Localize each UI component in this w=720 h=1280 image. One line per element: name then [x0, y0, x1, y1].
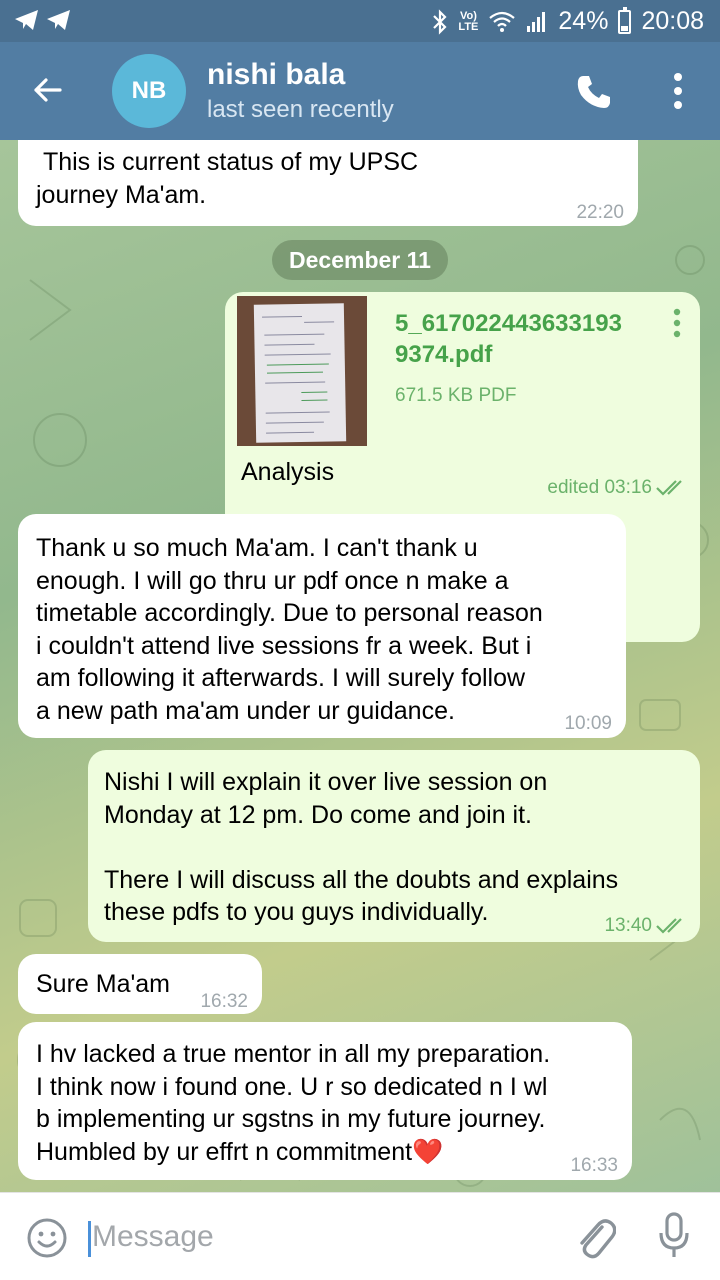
- emoji-icon[interactable]: [26, 1217, 68, 1259]
- message-time: 10:09: [564, 713, 612, 734]
- microphone-icon[interactable]: [656, 1211, 692, 1261]
- battery-icon: [618, 6, 632, 34]
- date-separator: December 11: [272, 240, 448, 280]
- text-cursor: [88, 1221, 91, 1257]
- wifi-icon: [489, 11, 516, 32]
- avatar[interactable]: NB: [112, 54, 186, 128]
- bluetooth-icon: [433, 8, 447, 35]
- message-time: 13:40: [604, 910, 686, 943]
- double-check-icon: [656, 480, 682, 496]
- file-size: 671.5 KB PDF: [395, 385, 517, 406]
- status-bar: Vo) LTE 24% 20:08: [0, 0, 720, 42]
- message-time: 16:32: [200, 991, 248, 1012]
- message-input-bar: [0, 1192, 720, 1280]
- volte-indicator: Vo) LTE: [458, 9, 479, 33]
- message-incoming[interactable]: I hv lacked a true mentor in all my prep…: [18, 1022, 632, 1180]
- document-preview-image: [253, 303, 347, 443]
- message-outgoing[interactable]: Nishi I will explain it over live sessio…: [88, 750, 700, 942]
- signal-icon: [527, 11, 546, 32]
- chat-area[interactable]: This is current status of my UPSC journe…: [0, 140, 720, 1192]
- contact-status: last seen recently: [207, 96, 394, 123]
- file-thumbnail[interactable]: [237, 296, 367, 446]
- phone-icon[interactable]: [574, 72, 614, 112]
- file-caption: Analysis: [241, 458, 335, 486]
- double-check-icon: [656, 918, 682, 934]
- message-incoming[interactable]: This is current status of my UPSC journe…: [18, 140, 638, 226]
- message-input[interactable]: [92, 1215, 542, 1259]
- file-name[interactable]: 5_617022443633193 9374.pdf: [395, 308, 657, 370]
- file-menu-icon[interactable]: [673, 308, 681, 338]
- clock: 20:08: [641, 7, 704, 35]
- chat-header: NB nishi bala last seen recently: [0, 42, 720, 140]
- notification-icons: [14, 9, 72, 31]
- system-icons: Vo) LTE 24% 20:08: [432, 6, 704, 36]
- battery-percent: 24%: [558, 7, 609, 35]
- message-time: edited 03:16: [547, 472, 686, 505]
- message-text: I hv lacked a true mentor in all my prep…: [36, 1040, 551, 1166]
- more-vertical-icon[interactable]: [664, 70, 692, 112]
- message-incoming[interactable]: Thank u so much Ma'am. I can't thank u e…: [18, 514, 626, 738]
- message-incoming[interactable]: Sure Ma'am 16:32: [18, 954, 262, 1014]
- back-arrow-icon[interactable]: [30, 72, 66, 108]
- message-time: 16:33: [570, 1155, 618, 1176]
- message-text: Sure Ma'am: [36, 970, 170, 998]
- telegram-notification-icon: [47, 10, 70, 30]
- message-text: Thank u so much Ma'am. I can't thank u e…: [36, 534, 543, 725]
- message-text: This is current status of my UPSC journe…: [36, 148, 419, 209]
- attach-icon[interactable]: [572, 1213, 616, 1261]
- telegram-notification-icon: [15, 10, 38, 30]
- message-text: Nishi I will explain it over live sessio…: [104, 768, 619, 926]
- message-time: 22:20: [576, 202, 624, 223]
- contact-name[interactable]: nishi bala: [207, 58, 345, 92]
